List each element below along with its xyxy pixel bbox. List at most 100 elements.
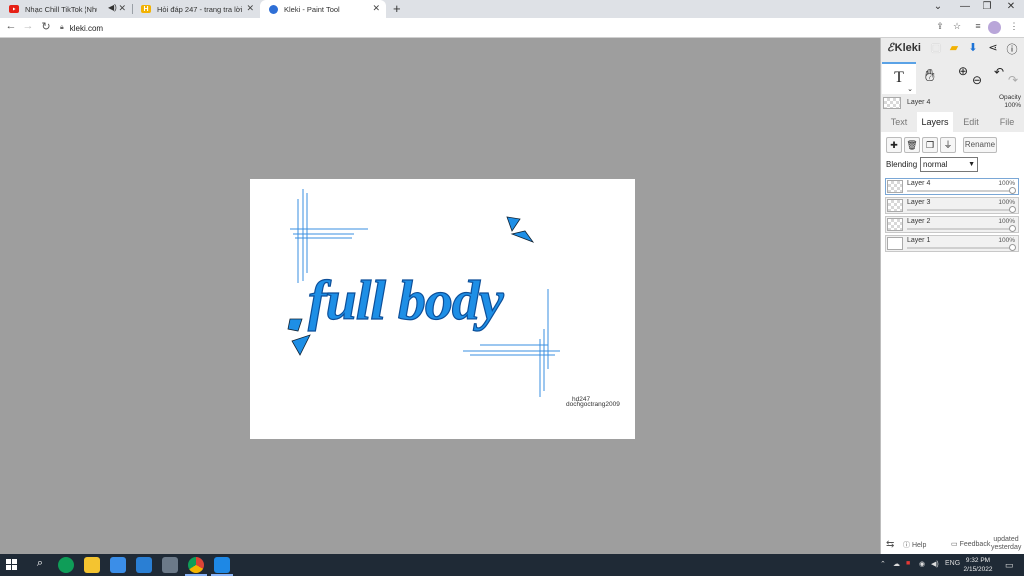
tab-file[interactable]: File: [989, 112, 1024, 132]
store-icon[interactable]: [110, 557, 126, 573]
layers-panel: ✚ 🗑︎ ❐ ⏚ Rename Blending normal ▼ Layer …: [881, 132, 1024, 554]
search-icon[interactable]: ⌕: [32, 557, 48, 573]
current-layer-name: Layer 4: [907, 99, 931, 106]
close-tab-icon[interactable]: ✕: [118, 3, 126, 14]
current-layer-bar: Layer 4 Opacity 100%: [881, 94, 1024, 112]
slider-handle[interactable]: [1009, 244, 1016, 251]
zalo-icon[interactable]: [214, 557, 230, 573]
slider-handle[interactable]: [1009, 187, 1016, 194]
new-tab-button[interactable]: +: [393, 1, 401, 16]
feedback-link[interactable]: ▭ Feedback: [951, 540, 990, 548]
clock-time: 9:32 PM: [965, 557, 991, 564]
layer-item[interactable]: Layer 1 100%: [885, 235, 1019, 252]
help-link[interactable]: ⓘ Help: [903, 540, 926, 550]
delete-layer-icon[interactable]: 🗑︎: [904, 137, 920, 153]
tab-text[interactable]: Text: [881, 112, 917, 132]
zoom-in-icon[interactable]: ⊕: [958, 64, 968, 78]
layer-opacity-slider[interactable]: [907, 228, 1012, 230]
share-icon[interactable]: ⇪: [933, 21, 947, 32]
windows-taskbar: ⌕ ⌃ ☁ ■ ◉ ◀) ENG 9:32 PM 2/15/2022 ▭: [0, 554, 1024, 576]
clock-date: 2/15/2022: [963, 566, 993, 573]
merge-layer-icon[interactable]: ⏚: [940, 137, 956, 153]
clock[interactable]: 9:32 PM 2/15/2022: [958, 556, 998, 574]
layer-opacity: 100%: [998, 237, 1015, 244]
layer-thumbnail: [887, 237, 903, 250]
layer-thumbnail: [887, 218, 903, 231]
file-explorer-icon[interactable]: [84, 557, 100, 573]
new-image-icon[interactable]: ▢: [929, 41, 943, 54]
volume-icon[interactable]: ◀): [931, 560, 939, 568]
mail-icon[interactable]: [136, 557, 152, 573]
download-icon[interactable]: ⬇: [966, 41, 980, 54]
restore-icon[interactable]: ❐: [977, 1, 997, 12]
back-icon[interactable]: ←: [4, 20, 18, 32]
tab-title: Hỏi đáp 247 - trang tra lời: [157, 4, 243, 14]
chrome-icon[interactable]: [188, 557, 204, 573]
canvas-workspace[interactable]: full body hd247 dochgoctrang2009: [0, 38, 880, 554]
updated-note: updated yesterday: [991, 536, 1021, 552]
profile-avatar[interactable]: [988, 21, 1001, 34]
slider-handle[interactable]: [1009, 206, 1016, 213]
minimize-icon[interactable]: —: [955, 1, 975, 12]
add-layer-icon[interactable]: ✚: [886, 137, 902, 153]
antivirus-icon[interactable]: ■: [906, 560, 910, 567]
layer-list: Layer 4 100% Layer 3 100% Layer 2 100% L…: [885, 178, 1019, 254]
tray-chevron-icon[interactable]: ⌃: [880, 560, 886, 568]
network-icon[interactable]: ◉: [919, 560, 925, 568]
layer-item[interactable]: Layer 3 100%: [885, 197, 1019, 214]
reading-list-icon[interactable]: ≡: [971, 21, 985, 31]
cloud-icon[interactable]: ☁: [893, 560, 900, 568]
rename-button[interactable]: Rename: [963, 137, 997, 153]
reload-icon[interactable]: ↻: [39, 20, 53, 33]
redo-icon[interactable]: ↷: [1008, 73, 1018, 87]
close-tab-icon[interactable]: ✕: [372, 3, 380, 14]
zoom-out-icon[interactable]: ⊖: [972, 73, 982, 87]
opacity-readout[interactable]: Opacity 100%: [999, 94, 1021, 110]
updated-line1: updated: [993, 536, 1019, 543]
hand-tool-icon[interactable]: ✋︎: [925, 66, 935, 86]
blending-label: Blending: [886, 160, 918, 169]
layer-item[interactable]: Layer 4 100%: [885, 178, 1019, 195]
browser-tab-bar: Nhạc Chill TikTok ¦Những ◀) ✕ H Hỏi đáp …: [0, 0, 1024, 18]
undo-icon[interactable]: ↶: [994, 65, 1004, 79]
youtube-icon: [9, 5, 19, 13]
help-circle-icon[interactable]: ⓘ: [1005, 41, 1019, 57]
tab-kleki[interactable]: Kleki - Paint Tool ✕: [260, 0, 386, 18]
logo-text: Kleki: [894, 41, 921, 54]
layer-opacity-slider[interactable]: [907, 247, 1012, 249]
url-field[interactable]: 🔒︎ kleki.com: [60, 21, 930, 35]
text-tool-button[interactable]: T ⌄: [882, 62, 916, 94]
chevron-down-icon: ▼: [968, 161, 975, 168]
tab-youtube[interactable]: Nhạc Chill TikTok ¦Những ◀) ✕: [0, 0, 132, 18]
star-icon[interactable]: ☆: [950, 21, 964, 32]
tool-panel: ℰ Kleki ▢ ▰ ⬇ ⋖ ⓘ T ⌄ ✋︎ ⊕ ⊖ ↶ ↷ Layer 4 …: [880, 38, 1024, 554]
tab-edit[interactable]: Edit: [953, 112, 989, 132]
tab-title: Nhạc Chill TikTok ¦Những: [25, 4, 97, 14]
slider-handle[interactable]: [1009, 225, 1016, 232]
tab-title: Kleki - Paint Tool: [284, 4, 340, 14]
windows-start-icon[interactable]: [6, 559, 18, 571]
layer-item[interactable]: Layer 2 100%: [885, 216, 1019, 233]
tab-search-icon[interactable]: ⌄: [928, 1, 948, 12]
swap-sides-icon[interactable]: ⇆: [886, 539, 894, 550]
chevron-down-icon[interactable]: ⌄: [907, 86, 913, 94]
tab-layers[interactable]: Layers: [917, 112, 953, 132]
edge-icon[interactable]: [58, 557, 74, 573]
feedback-label: Feedback: [959, 541, 991, 548]
notifications-icon[interactable]: ▭: [1005, 560, 1014, 571]
menu-icon[interactable]: ⋮: [1007, 21, 1021, 32]
drawing-canvas[interactable]: full body hd247 dochgoctrang2009: [250, 179, 635, 439]
speaker-icon[interactable]: ◀): [108, 3, 117, 12]
tool-row: T ⌄ ✋︎ ⊕ ⊖ ↶ ↷: [881, 62, 1024, 94]
camera-icon[interactable]: [162, 557, 178, 573]
forward-icon[interactable]: →: [21, 20, 35, 32]
close-tab-icon[interactable]: ✕: [246, 3, 254, 14]
layer-opacity-slider[interactable]: [907, 209, 1012, 211]
tab-hoidap[interactable]: H Hỏi đáp 247 - trang tra lời ✕: [132, 0, 260, 18]
blending-select[interactable]: normal ▼: [920, 157, 978, 172]
share-icon[interactable]: ⋖: [986, 41, 1000, 54]
close-window-icon[interactable]: ✕: [1001, 1, 1021, 12]
open-folder-icon[interactable]: ▰: [947, 41, 961, 54]
layer-opacity-slider[interactable]: [907, 190, 1012, 192]
duplicate-layer-icon[interactable]: ❐: [922, 137, 938, 153]
